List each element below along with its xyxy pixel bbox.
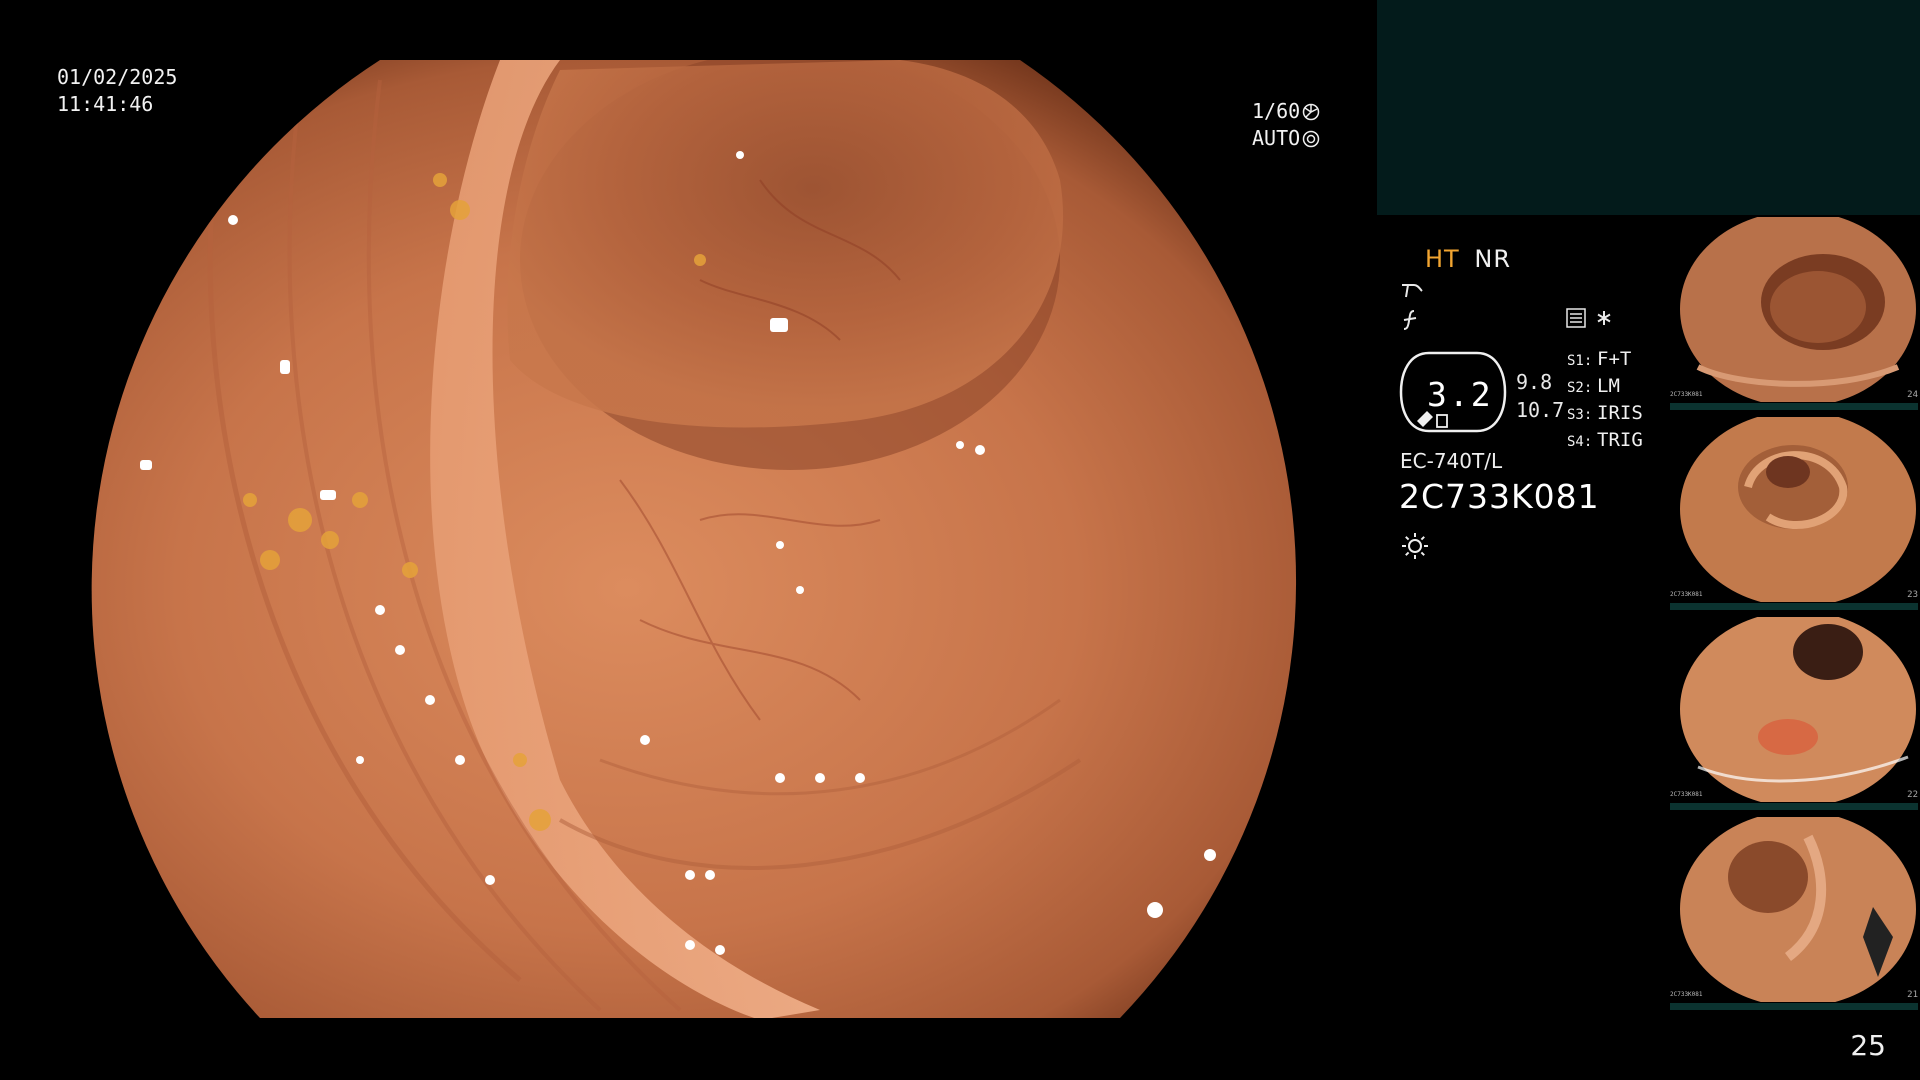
asterisk-icon bbox=[1597, 311, 1611, 325]
date-text: 01/02/2025 bbox=[57, 65, 178, 89]
settings-icon bbox=[1566, 308, 1586, 328]
time-text: 11:41:46 bbox=[57, 92, 154, 116]
zoom-value: 3.2 bbox=[1427, 375, 1493, 414]
exposure-overlay: 1/60 AUTO bbox=[1252, 98, 1320, 152]
right-panel: HT NR 3.2 9.8 10.7 S1: F+T S2: LM S3: IR… bbox=[1377, 0, 1920, 1080]
structure-icon bbox=[1403, 310, 1417, 330]
preview-area bbox=[1377, 0, 1920, 215]
processing-mode: HT NR bbox=[1425, 245, 1511, 273]
thumbnail-meta: 2C733K081 bbox=[1670, 391, 1703, 398]
switch-value: TRIG bbox=[1597, 429, 1643, 451]
thumbnail-index: 22 bbox=[1907, 790, 1918, 800]
switch-value: IRIS bbox=[1597, 402, 1643, 424]
thumbnail-index: 23 bbox=[1907, 590, 1918, 600]
enhancement-icon bbox=[1402, 284, 1423, 298]
thumbnail-2[interactable]: 2C733K081 23 bbox=[1668, 415, 1920, 610]
scope-switch-list: S1: F+T S2: LM S3: IRIS S4: TRIG bbox=[1567, 347, 1643, 455]
switch-value: F+T bbox=[1597, 348, 1632, 370]
thumbnail-index: 21 bbox=[1907, 990, 1918, 1000]
thumbnail-3[interactable]: 2C733K081 22 bbox=[1668, 615, 1920, 810]
thumbnail-image bbox=[1680, 617, 1916, 802]
switch-key: S2: bbox=[1567, 380, 1593, 396]
scope-model: EC-740T/L bbox=[1400, 449, 1503, 473]
thumbnail-bar bbox=[1670, 1003, 1918, 1010]
switch-key: S3: bbox=[1567, 407, 1593, 423]
iris-icon bbox=[1302, 130, 1320, 147]
iris-mode-text: AUTO bbox=[1252, 126, 1301, 150]
switch-value: LM bbox=[1597, 375, 1620, 397]
switch-row: S2: LM bbox=[1567, 374, 1643, 401]
shutter-speed-text: 1/60 bbox=[1252, 99, 1301, 123]
thumbnail-strip: 2C733K081 24 2C733K081 23 2C733K081 22 2… bbox=[1668, 215, 1920, 1015]
thumbnail-image bbox=[1680, 817, 1916, 1002]
thumbnail-image bbox=[1680, 217, 1916, 402]
page-number: 25 bbox=[1850, 1029, 1886, 1062]
light-icon bbox=[1402, 533, 1428, 559]
mode-nr-label: NR bbox=[1474, 245, 1511, 273]
switch-row: S4: TRIG bbox=[1567, 428, 1643, 455]
scope-serial: 2C733K081 bbox=[1399, 477, 1600, 516]
thumbnail-meta: 2C733K081 bbox=[1670, 991, 1703, 998]
switch-key: S4: bbox=[1567, 434, 1593, 450]
endoscope-image bbox=[91, 60, 1297, 1018]
thumbnail-meta: 2C733K081 bbox=[1670, 591, 1703, 598]
datetime-overlay: 01/02/2025 11:41:46 bbox=[57, 64, 177, 118]
thumbnail-bar bbox=[1670, 403, 1918, 410]
mode-ht-label: HT bbox=[1425, 245, 1460, 273]
thumbnail-bar bbox=[1670, 603, 1918, 610]
thumbnail-1[interactable]: 2C733K081 24 bbox=[1668, 215, 1920, 410]
switch-row: S1: F+T bbox=[1567, 347, 1643, 374]
value-b: 10.7 bbox=[1516, 398, 1565, 422]
thumbnail-image bbox=[1680, 417, 1916, 602]
value-a: 9.8 bbox=[1516, 370, 1553, 394]
thumbnail-index: 24 bbox=[1907, 390, 1918, 400]
switch-row: S3: IRIS bbox=[1567, 401, 1643, 428]
status-panel: HT NR 3.2 9.8 10.7 S1: F+T S2: LM S3: IR… bbox=[1377, 215, 1677, 615]
shutter-icon bbox=[1302, 103, 1320, 120]
switch-key: S1: bbox=[1567, 353, 1593, 369]
main-endoscope-view: 01/02/2025 11:41:46 1/60 AUTO bbox=[0, 0, 1380, 1080]
thumbnail-4[interactable]: 2C733K081 21 bbox=[1668, 815, 1920, 1010]
thumbnail-meta: 2C733K081 bbox=[1670, 791, 1703, 798]
thumbnail-bar bbox=[1670, 803, 1918, 810]
